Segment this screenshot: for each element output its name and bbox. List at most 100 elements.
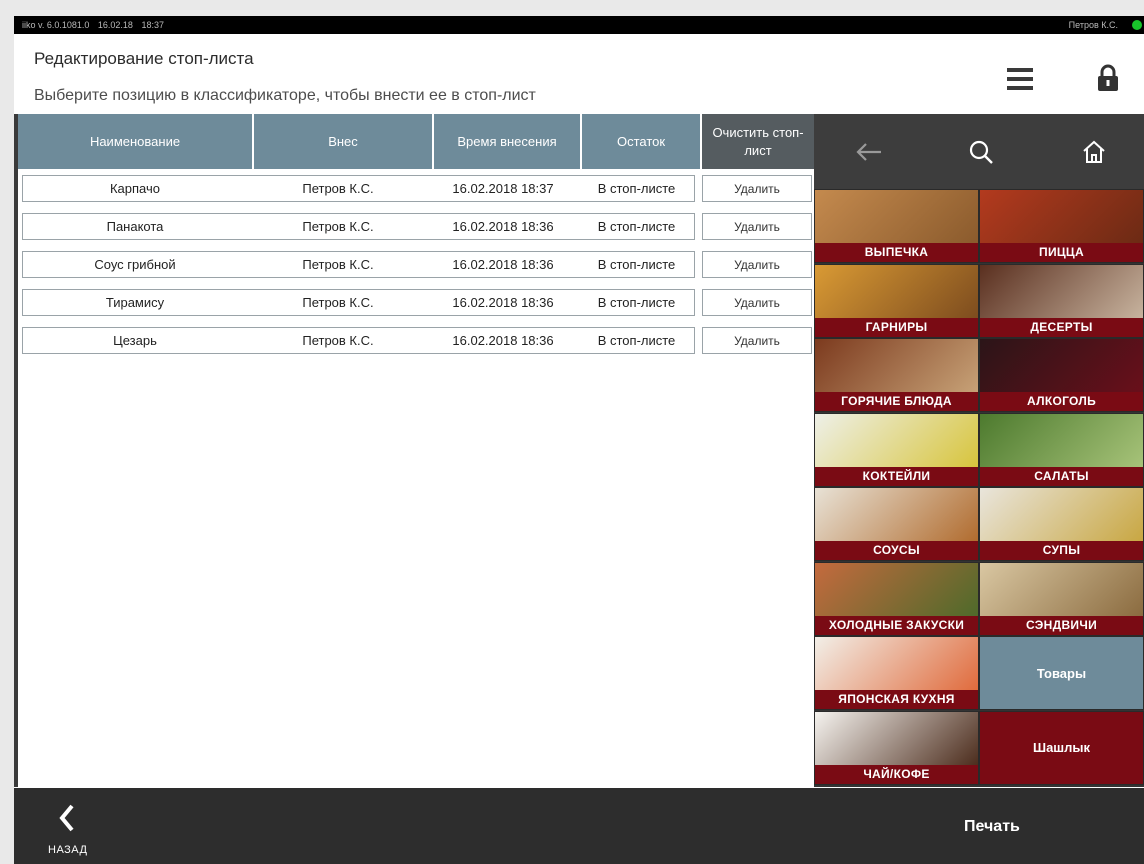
category-tile[interactable]: ЯПОНСКАЯ КУХНЯ (814, 636, 979, 710)
category-tile[interactable]: КОКТЕЙЛИ (814, 412, 979, 487)
cell-time: 16.02.2018 18:37 (452, 181, 554, 196)
bottom-bar: НАЗАД Печать (14, 788, 1144, 864)
cell-name: Карпачо (109, 181, 161, 196)
category-tile[interactable]: СЭНДВИЧИ (979, 561, 1144, 636)
cell-by: Петров К.С. (302, 295, 374, 310)
column-header-by: Внес (254, 114, 434, 169)
category-tile[interactable]: ДЕСЕРТЫ (979, 263, 1144, 338)
category-label: ПИЦЦА (980, 243, 1143, 262)
category-tile[interactable]: ЧАЙ/КОФЕ (814, 710, 979, 785)
back-arrow-icon[interactable] (829, 114, 909, 189)
delete-button[interactable]: Удалить (702, 213, 812, 240)
cell-name: Соус грибной (94, 257, 176, 272)
table-row[interactable]: Соус грибной Петров К.С. 16.02.2018 18:36 В… (22, 251, 812, 278)
status-info: iiko v. 6.0.1081.0 16.02.18 18:37 (22, 16, 1144, 34)
cell-name: Цезарь (113, 333, 157, 348)
category-label: САЛАТЫ (980, 466, 1143, 486)
cocktails-image (815, 413, 978, 470)
cell-time: 16.02.2018 18:36 (452, 295, 554, 310)
category-tile[interactable]: Товары (979, 636, 1144, 710)
delete-button[interactable]: Удалить (702, 251, 812, 278)
category-tile[interactable]: СОУСЫ (814, 487, 979, 561)
status-bar: iiko v. 6.0.1081.0 16.02.18 18:37 Петров… (14, 16, 1144, 34)
category-label: Шашлык (1033, 740, 1090, 755)
clear-stoplist-button[interactable]: Очистить стоп-лист (702, 114, 814, 169)
table-row[interactable]: Цезарь Петров К.С. 16.02.2018 18:36 В стоп-… (22, 327, 812, 354)
category-label: ГАРНИРЫ (815, 317, 978, 337)
chevron-left-icon (59, 804, 74, 832)
cell-time: 16.02.2018 18:36 (452, 219, 554, 234)
pizza-image (980, 190, 1143, 246)
hamburger-menu-icon[interactable] (1007, 68, 1033, 90)
category-label: ВЫПЕЧКА (815, 243, 978, 262)
app-version: iiko v. 6.0.1081.0 (22, 20, 90, 30)
soup-image (980, 488, 1143, 544)
coffee-image (815, 711, 978, 768)
column-header-rest: Остаток (582, 114, 702, 169)
category-tile[interactable]: ГОРЯЧИЕ БЛЮДА (814, 338, 979, 412)
cell-rest: В стоп-листе (597, 219, 676, 234)
online-indicator-icon (1132, 20, 1142, 30)
cell-rest: В стоп-листе (597, 181, 676, 196)
table-row[interactable]: Тирамису Петров К.С. 16.02.2018 18:36 В сто… (22, 289, 812, 316)
sauces-image (815, 488, 978, 544)
category-tile[interactable]: СУПЫ (979, 487, 1144, 561)
salad-image (980, 413, 1143, 470)
stoplist-table: Наименование Внес Время внесения Остаток… (14, 114, 814, 787)
column-header-name: Наименование (18, 114, 254, 169)
category-label: ЧАЙ/КОФЕ (815, 764, 978, 784)
sushi-image (815, 637, 978, 693)
delete-button[interactable]: Удалить (702, 289, 812, 316)
cell-rest: В стоп-листе (597, 333, 676, 348)
classifier-nav (814, 114, 1144, 189)
cell-by: Петров К.С. (302, 219, 374, 234)
appetizers-image (815, 562, 978, 619)
cell-name: Тирамису (105, 295, 165, 310)
classifier-panel: ВЫПЕЧКА ПИЦЦА ГАРНИРЫ ДЕСЕРТЫ ГОРЯЧИЕ БЛЮДА А… (814, 114, 1144, 787)
cell-rest: В стоп-листе (597, 257, 676, 272)
category-label: ДЕСЕРТЫ (980, 317, 1143, 337)
print-button[interactable]: Печать (964, 812, 1084, 842)
cell-time: 16.02.2018 18:36 (452, 257, 554, 272)
cell-by: Петров К.С. (302, 257, 374, 272)
lock-icon[interactable] (1096, 64, 1120, 92)
search-icon[interactable] (941, 114, 1021, 189)
table-row[interactable]: Карпачо Петров К.С. 16.02.2018 18:37 В стоп… (22, 175, 812, 202)
category-label: КОКТЕЙЛИ (815, 466, 978, 486)
back-button[interactable]: НАЗАД (46, 800, 106, 858)
page-title: Редактирование стоп-листа (34, 49, 254, 68)
category-tile[interactable]: ВЫПЕЧКА (814, 189, 979, 263)
category-label: СЭНДВИЧИ (980, 615, 1143, 635)
cell-by: Петров К.С. (302, 333, 374, 348)
category-tile[interactable]: Шашлык (979, 710, 1144, 785)
status-date: 16.02.18 (97, 20, 133, 30)
page-header: Редактирование стоп-листа Выберите позиц… (14, 34, 1144, 114)
page-subtitle: Выберите позицию в классификаторе, чтобы… (34, 87, 536, 104)
cell-name: Панакота (106, 219, 164, 234)
sandwich-image (980, 562, 1143, 619)
status-time: 18:37 (141, 20, 164, 30)
column-header-time: Время внесения (434, 114, 582, 169)
back-label: НАЗАД (48, 844, 88, 856)
category-tile[interactable]: АЛКОГОЛЬ (979, 338, 1144, 412)
delete-button[interactable]: Удалить (702, 175, 812, 202)
steak-image (815, 339, 978, 395)
potatoes-image (815, 264, 978, 321)
dessert-image (980, 264, 1143, 321)
category-tile[interactable]: САЛАТЫ (979, 412, 1144, 487)
category-label: ГОРЯЧИЕ БЛЮДА (815, 392, 978, 411)
table-header: Наименование Внес Время внесения Остаток… (18, 114, 814, 169)
table-row[interactable]: Панакота Петров К.С. 16.02.2018 18:36 В сто… (22, 213, 812, 240)
pastry-image (815, 190, 978, 246)
delete-button[interactable]: Удалить (702, 327, 812, 354)
status-user: Петров К.С. (1068, 20, 1118, 30)
cell-time: 16.02.2018 18:36 (452, 333, 554, 348)
category-tile[interactable]: ХОЛОДНЫЕ ЗАКУСКИ (814, 561, 979, 636)
cell-by: Петров К.С. (302, 181, 374, 196)
category-label: Товары (1036, 665, 1087, 681)
category-label: СОУСЫ (815, 541, 978, 560)
category-tile[interactable]: ПИЦЦА (979, 189, 1144, 263)
home-icon[interactable] (1054, 114, 1134, 189)
category-tile[interactable]: ГАРНИРЫ (814, 263, 979, 338)
wine-image (980, 339, 1143, 395)
